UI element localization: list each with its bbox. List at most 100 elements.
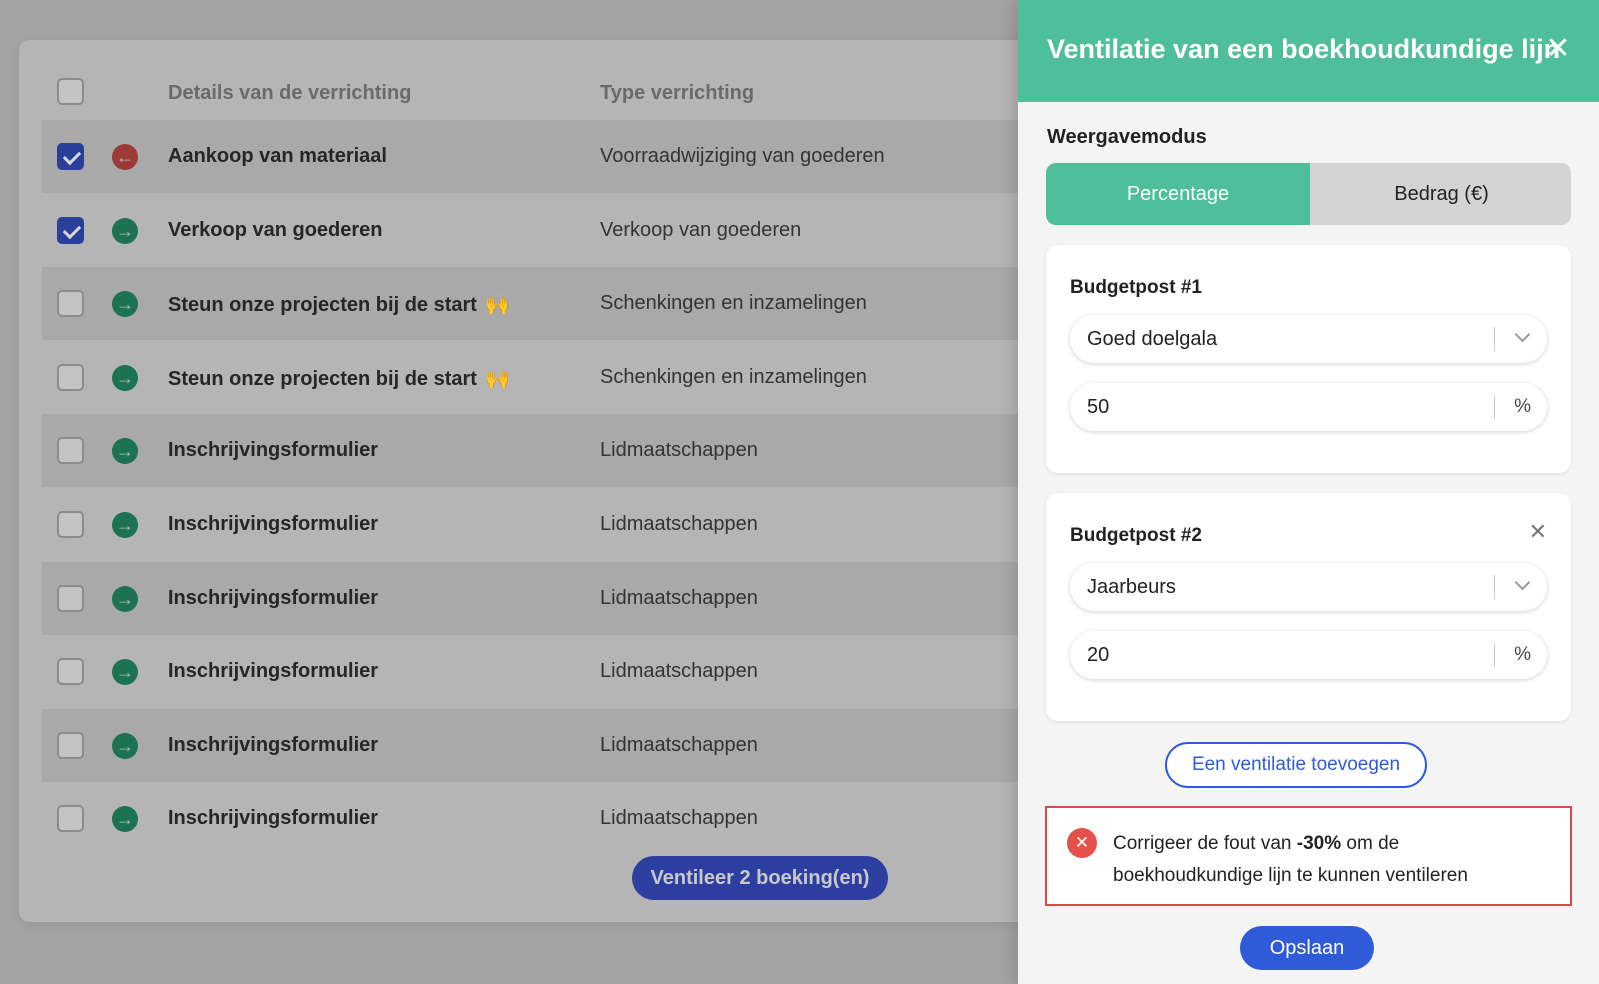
header-type: Type verrichting (600, 82, 755, 104)
table-row[interactable]: → Verkoop van goederen Verkoop van goedere… (42, 193, 1042, 267)
remove-budgetpost-icon[interactable]: ✕ (1529, 519, 1547, 545)
row-checkbox[interactable] (57, 658, 84, 686)
panel-header: Ventilatie van een boekhoudkundige lijn … (1018, 0, 1599, 102)
row-type: Lidmaatschappen (600, 660, 758, 683)
row-details-text: Steun onze projecten bij de start (168, 294, 477, 317)
row-type: Schenkingen en inzamelingen (600, 365, 867, 388)
arrow-right-icon: → (112, 512, 138, 538)
chevron-down-icon[interactable] (1514, 574, 1531, 591)
budgetpost-select[interactable]: Jaarbeurs (1070, 563, 1547, 611)
raised-hands-icon: 🙌 (484, 367, 510, 390)
table-row[interactable]: → Inschrijvingsformulier Lidmaatschappen (42, 635, 1042, 709)
row-type: Verkoop van goederen (600, 218, 802, 241)
row-type: Voorraadwijziging van goederen (600, 145, 885, 167)
row-type: Lidmaatschappen (600, 733, 758, 756)
row-details: Inschrijvingsformulier (168, 734, 378, 757)
row-details: Steun onze projecten bij de start 🙌 (168, 366, 510, 391)
budgetpost-select-value: Jaarbeurs (1087, 576, 1176, 598)
row-details-text: Inschrijvingsformulier (168, 733, 379, 756)
row-checkbox[interactable] (57, 437, 84, 465)
row-details-text: Inschrijvingsformulier (168, 513, 379, 535)
mode-label: Weergavemodus (1047, 126, 1207, 148)
panel-title: Ventilatie van een boekhoudkundige lijn (1047, 34, 1561, 64)
row-details: Aankoop van materiaal (168, 145, 387, 168)
row-checkbox[interactable] (57, 511, 84, 538)
error-icon: ✕ (1067, 828, 1097, 858)
arrow-right-icon: → (112, 217, 138, 244)
row-type: Lidmaatschappen (600, 807, 758, 830)
budgetpost-card: Budgetpost #1 Goed doelgala 50 % (1046, 245, 1571, 473)
table-row[interactable]: → Inschrijvingsformulier Lidmaatschappen (42, 782, 1042, 856)
row-type: Lidmaatschappen (600, 586, 758, 609)
budgetpost-amount-input[interactable]: 20 % (1070, 631, 1547, 679)
row-checkbox[interactable] (57, 290, 84, 318)
row-details-text: Inschrijvingsformulier (168, 660, 379, 683)
budgetpost-title: Budgetpost #1 (1070, 277, 1202, 298)
row-details-text: Aankoop van materiaal (168, 145, 387, 167)
row-checkbox[interactable] (57, 731, 84, 759)
row-checkbox[interactable] (57, 584, 84, 612)
table-row[interactable]: → Inschrijvingsformulier Lidmaatschappen (42, 488, 1042, 561)
budgetpost-select-value: Goed doelgala (1087, 328, 1218, 350)
mode-amount-button[interactable]: Bedrag (€) (1312, 163, 1571, 225)
save-button[interactable]: Opslaan (1240, 926, 1374, 970)
row-type: Schenkingen en inzamelingen (600, 292, 867, 315)
select-all-checkbox[interactable] (57, 78, 84, 105)
row-details: Steun onze projecten bij de start 🙌 (168, 292, 510, 317)
row-details-text: Inschrijvingsformulier (168, 439, 379, 462)
budgetpost-title: Budgetpost #2 (1070, 525, 1202, 546)
row-details-text: Inschrijvingsformulier (168, 807, 379, 830)
error-prefix: Corrigeer de fout van (1113, 833, 1297, 854)
unit-suffix: % (1514, 644, 1531, 665)
row-details-text: Inschrijvingsformulier (168, 586, 379, 609)
arrow-right-icon: → (112, 364, 138, 391)
mode-percentage-button[interactable]: Percentage (1046, 163, 1310, 225)
table-row[interactable]: → Steun onze projecten bij de start 🙌 Schen… (42, 267, 1042, 341)
error-message: Corrigeer de fout van -30% om de boekhou… (1113, 828, 1553, 892)
budgetpost-card: Budgetpost #2 ✕ Jaarbeurs 20 % (1046, 493, 1571, 721)
arrow-right-icon: → (112, 659, 138, 686)
table-row[interactable]: → Steun onze projecten bij de start 🙌 Schen… (42, 340, 1042, 414)
row-details: Verkoop van goederen (168, 219, 383, 242)
budgetpost-select[interactable]: Goed doelgala (1070, 315, 1547, 363)
row-details: Inschrijvingsformulier (168, 513, 378, 536)
table-row[interactable]: → Inschrijvingsformulier Lidmaatschappen (42, 414, 1042, 488)
unit-suffix: % (1514, 396, 1531, 417)
row-details: Inschrijvingsformulier (168, 660, 378, 683)
arrow-left-icon: ← (112, 144, 138, 170)
arrow-right-icon: → (112, 438, 138, 465)
row-checkbox[interactable] (57, 216, 84, 244)
field-divider (1494, 643, 1495, 667)
arrow-right-icon: → (112, 585, 138, 612)
row-details: Inschrijvingsformulier (168, 439, 378, 462)
table-header: Details van de verrichting Type verricht… (42, 62, 1042, 122)
budgetpost-amount-value: 20 (1087, 644, 1110, 666)
ventilation-panel: Ventilatie van een boekhoudkundige lijn … (1018, 0, 1599, 984)
row-checkbox[interactable] (57, 805, 84, 833)
error-value: -30% (1296, 833, 1342, 854)
row-checkbox[interactable] (57, 143, 84, 170)
chevron-down-icon[interactable] (1514, 326, 1531, 343)
add-ventilation-button[interactable]: Een ventilatie toevoegen (1165, 742, 1427, 788)
arrow-right-icon: → (112, 806, 138, 833)
table-row[interactable]: ← Aankoop van materiaal Voorraadwijziging … (42, 120, 1042, 193)
budgetpost-amount-input[interactable]: 50 % (1070, 383, 1547, 431)
row-details-text: Verkoop van goederen (168, 218, 383, 241)
table-row[interactable]: → Inschrijvingsformulier Lidmaatschappen (42, 561, 1042, 635)
row-details: Inschrijvingsformulier (168, 587, 378, 610)
field-divider (1494, 575, 1495, 599)
error-alert: ✕ Corrigeer de fout van -30% om de boekh… (1045, 806, 1572, 906)
mode-toggle: Percentage Bedrag (€) (1046, 163, 1571, 225)
field-divider (1494, 327, 1495, 351)
field-divider (1494, 395, 1495, 419)
row-type: Lidmaatschappen (600, 513, 758, 535)
row-details-text: Steun onze projecten bij de start (168, 367, 477, 390)
row-details: Inschrijvingsformulier (168, 807, 378, 830)
row-checkbox[interactable] (57, 363, 84, 391)
arrow-right-icon: → (112, 732, 138, 759)
header-details: Details van de verrichting (168, 82, 412, 104)
ventileer-button[interactable]: Ventileer 2 boeking(en) (632, 856, 888, 900)
close-icon[interactable]: ✕ (1541, 32, 1575, 66)
raised-hands-icon: 🙌 (484, 294, 510, 317)
table-row[interactable]: → Inschrijvingsformulier Lidmaatschappen (42, 708, 1042, 782)
